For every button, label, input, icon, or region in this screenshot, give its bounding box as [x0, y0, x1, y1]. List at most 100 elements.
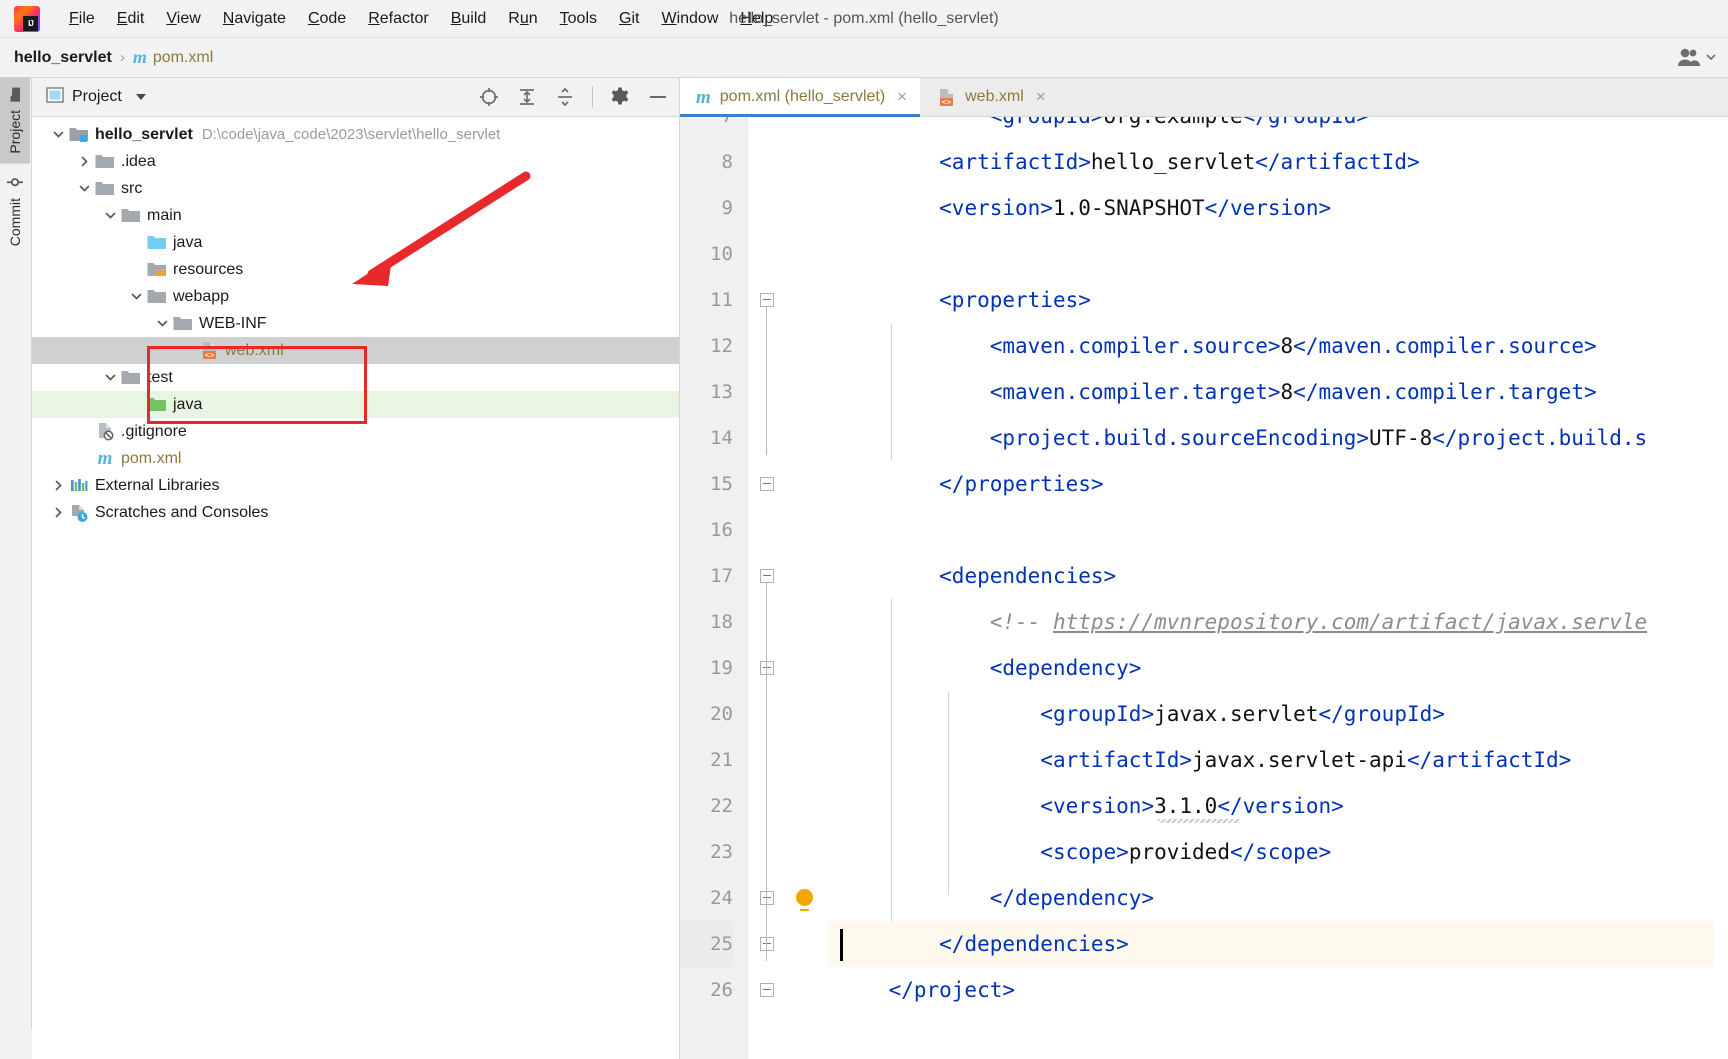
code-line[interactable]: <maven.compiler.source>8</maven.compiler… — [828, 323, 1728, 369]
project-panel-title: Project — [72, 88, 122, 105]
code-line[interactable]: </properties> — [828, 461, 1728, 507]
chevron-down-icon[interactable] — [152, 317, 172, 330]
folder-icon — [120, 207, 142, 224]
chevron-down-icon[interactable] — [74, 182, 94, 195]
fold-marker[interactable] — [760, 937, 774, 951]
menu-item-tools[interactable]: Tools — [549, 7, 608, 31]
breadcrumb-file[interactable]: pom.xml — [153, 49, 213, 67]
code-line[interactable]: </project> — [828, 967, 1728, 1013]
line-number: 21 — [710, 749, 733, 771]
tree-node-hello-servlet[interactable]: hello_servlet D:\code\java_code\2023\serv… — [32, 121, 679, 148]
select-opened-file-icon[interactable] — [478, 86, 500, 108]
chevron-down-icon[interactable] — [48, 128, 68, 141]
fold-marker[interactable] — [760, 891, 774, 905]
line-number: 8 — [721, 151, 733, 173]
editor-tab-web-xml[interactable]: <> web.xml × — [920, 78, 1059, 116]
tree-node-scratches-and-consoles[interactable]: Scratches and Consoles — [32, 499, 679, 526]
chevron-right-icon[interactable] — [48, 479, 68, 492]
menu-item-run[interactable]: Run — [497, 7, 548, 31]
menu-item-code[interactable]: Code — [297, 7, 357, 31]
tree-node-gitignore[interactable]: .gitignore — [32, 418, 679, 445]
tree-node-main[interactable]: main — [32, 202, 679, 229]
line-number: 23 — [710, 841, 733, 863]
code-line[interactable]: <version>1.0-SNAPSHOT</version> — [828, 185, 1728, 231]
close-icon[interactable]: × — [1036, 87, 1046, 107]
code-line[interactable]: <dependency> — [828, 645, 1728, 691]
expand-all-icon[interactable] — [516, 86, 538, 108]
tree-node-external-libraries[interactable]: External Libraries — [32, 472, 679, 499]
project-folder-icon — [8, 87, 22, 103]
sidebar-item-project[interactable]: Project — [0, 78, 30, 164]
editor-tab-pom-xml[interactable]: m pom.xml (hello_servlet) × — [680, 78, 921, 117]
fold-marker[interactable] — [760, 983, 774, 997]
tree-node-src[interactable]: src — [32, 175, 679, 202]
menu-item-file[interactable]: File — [58, 7, 106, 31]
project-module-icon — [68, 126, 90, 143]
editor-scrollbar[interactable] — [1714, 117, 1728, 1059]
chevron-down-icon[interactable] — [126, 290, 146, 303]
fold-marker[interactable] — [760, 293, 774, 307]
text-caret — [840, 929, 843, 961]
code-line[interactable] — [828, 507, 1728, 553]
code-line[interactable]: <project.build.sourceEncoding>UTF-8</pro… — [828, 415, 1728, 461]
code-line[interactable]: <artifactId>javax.servlet-api</artifactI… — [828, 737, 1728, 783]
menu-item-refactor[interactable]: Refactor — [357, 7, 439, 31]
code-line[interactable]: <dependencies> — [828, 553, 1728, 599]
tree-node-pom-xml[interactable]: m pom.xml — [32, 445, 679, 472]
menu-item-navigate[interactable]: Navigate — [212, 7, 297, 31]
code-line[interactable] — [828, 231, 1728, 277]
tree-node-test[interactable]: test — [32, 364, 679, 391]
project-tree[interactable]: hello_servlet D:\code\java_code\2023\serv… — [32, 117, 679, 526]
fold-marker[interactable] — [760, 661, 774, 675]
chevron-right-icon[interactable] — [74, 155, 94, 168]
code-line[interactable]: <version>3.1.0</version> — [828, 783, 1728, 829]
tree-node-web-inf[interactable]: WEB-INF — [32, 310, 679, 337]
code-line[interactable]: <!-- https://mvnrepository.com/artifact/… — [828, 599, 1728, 645]
code-line[interactable]: <scope>provided</scope> — [828, 829, 1728, 875]
tree-node-java[interactable]: java — [32, 229, 679, 256]
menu-item-build[interactable]: Build — [440, 7, 498, 31]
fold-gutter[interactable] — [748, 117, 788, 1059]
account-icon[interactable] — [1676, 46, 1716, 68]
intention-bulb-icon[interactable] — [796, 889, 813, 911]
collapse-all-icon[interactable] — [554, 86, 576, 108]
code-viewport[interactable]: 7 8 9 10 11 12 13 14 15 16 17 18 19 20 21 22 23 24 25 26 <g… — [680, 117, 1728, 1059]
chevron-down-icon[interactable] — [100, 371, 120, 384]
close-icon[interactable]: × — [897, 87, 907, 107]
tree-node-idea[interactable]: .idea — [32, 148, 679, 175]
fold-marker[interactable] — [760, 477, 774, 491]
tree-node-label: web.xml — [225, 341, 284, 359]
tree-node-label: WEB-INF — [199, 314, 267, 332]
line-number: 10 — [710, 243, 733, 265]
tree-node-java[interactable]: java — [32, 391, 679, 418]
chevron-down-icon[interactable] — [100, 209, 120, 222]
code-line[interactable]: <groupId>javax.servlet</groupId> — [828, 691, 1728, 737]
main-body: Project Commit Project hello_servlet D:\… — [0, 78, 1728, 1059]
menu-item-help[interactable]: Help — [729, 7, 784, 31]
code-line[interactable]: <groupId>org.example</groupId> — [828, 117, 1728, 139]
hide-icon[interactable] — [647, 86, 669, 108]
code-line[interactable]: <artifactId>hello_servlet</artifactId> — [828, 139, 1728, 185]
menu-item-edit[interactable]: Edit — [106, 7, 156, 31]
line-number-gutter: 7 8 9 10 11 12 13 14 15 16 17 18 19 20 21 22 23 24 25 26 — [680, 117, 748, 1059]
chevron-right-icon[interactable] — [48, 506, 68, 519]
tree-node-webapp[interactable]: webapp — [32, 283, 679, 310]
menu-item-git[interactable]: Git — [608, 7, 650, 31]
code-line[interactable]: <maven.compiler.target>8</maven.compiler… — [828, 369, 1728, 415]
fold-marker[interactable] — [760, 569, 774, 583]
tree-node-label: Scratches and Consoles — [95, 503, 269, 521]
tree-node-web-xml[interactable]: <> web.xml — [32, 337, 679, 364]
sidebar-item-commit[interactable]: Commit — [0, 164, 30, 256]
code-line[interactable]: </dependencies> — [828, 921, 1728, 967]
code-line[interactable]: </dependency> — [828, 875, 1728, 921]
chevron-down-icon[interactable] — [135, 94, 146, 100]
menu-item-view[interactable]: View — [155, 7, 211, 31]
tree-node-resources[interactable]: resources — [32, 256, 679, 283]
gear-icon[interactable] — [609, 86, 631, 108]
code-text[interactable]: <groupId>org.example</groupId> <artifact… — [828, 117, 1728, 1059]
code-line[interactable]: <properties> — [828, 277, 1728, 323]
annotation-gutter[interactable] — [788, 117, 828, 1059]
breadcrumb-project[interactable]: hello_servlet — [14, 49, 112, 67]
tree-node-label: hello_servlet — [95, 125, 193, 143]
menu-item-window[interactable]: Window — [650, 7, 729, 31]
